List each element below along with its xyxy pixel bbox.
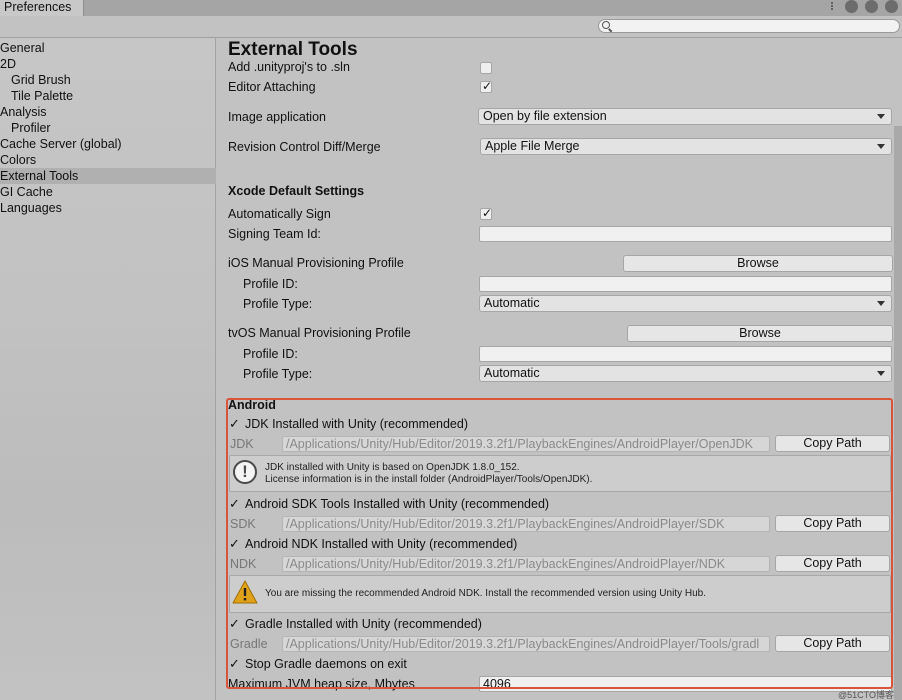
ios-profile-id-input[interactable] [479, 276, 892, 292]
sidebar-item-cache-server[interactable]: Cache Server (global) [0, 136, 216, 152]
sidebar-item-grid-brush[interactable]: Grid Brush [0, 72, 216, 88]
tvos-profile-type-dropdown[interactable]: Automatic [479, 365, 892, 382]
sidebar-item-2d[interactable]: 2D [0, 56, 216, 72]
window-button-minimize[interactable] [845, 0, 858, 13]
ios-profile-type-dropdown[interactable]: Automatic [479, 295, 892, 312]
editor-attaching-label: Editor Attaching [228, 80, 316, 94]
tvos-browse-button[interactable]: Browse [627, 325, 893, 342]
checkmark-icon: ✓ [482, 206, 493, 220]
sidebar-item-general[interactable]: General [0, 40, 216, 56]
tvos-profile-id-input[interactable] [479, 346, 892, 362]
chevron-down-icon [877, 144, 885, 149]
revision-control-label: Revision Control Diff/Merge [228, 140, 381, 154]
signing-team-label: Signing Team Id: [228, 227, 321, 241]
window-button-maximize[interactable] [865, 0, 878, 13]
chevron-down-icon [877, 371, 885, 376]
revision-control-value: Apple File Merge [485, 139, 580, 153]
page-title: External Tools [228, 39, 358, 60]
android-highlight-frame [226, 398, 893, 689]
sidebar-item-languages[interactable]: Languages [0, 200, 216, 216]
automatically-sign-checkbox[interactable]: ✓ [480, 206, 493, 220]
tvos-profile-type-label: Profile Type: [243, 367, 313, 381]
image-application-dropdown[interactable]: Open by file extension [478, 108, 892, 125]
search-icon [602, 21, 610, 29]
watermark: @51CTO博客 [838, 690, 894, 700]
sidebar-item-gi-cache[interactable]: GI Cache [0, 184, 216, 200]
checkmark-icon: ✓ [482, 79, 493, 93]
ios-profile-type-value: Automatic [484, 296, 540, 310]
chevron-down-icon [877, 301, 885, 306]
sidebar-item-profiler[interactable]: Profiler [0, 120, 216, 136]
ios-profile-type-label: Profile Type: [243, 297, 313, 311]
tvos-profile-label: tvOS Manual Provisioning Profile [228, 326, 411, 340]
tvos-profile-id-label: Profile ID: [243, 347, 298, 361]
revision-control-dropdown[interactable]: Apple File Merge [480, 138, 892, 155]
sidebar-item-analysis[interactable]: Analysis [0, 104, 216, 120]
sidebar-item-colors[interactable]: Colors [0, 152, 216, 168]
more-options-icon[interactable] [829, 1, 835, 13]
window-button-close[interactable] [885, 0, 898, 13]
title-bar [0, 0, 902, 16]
tvos-profile-type-value: Automatic [484, 366, 540, 380]
xcode-heading: Xcode Default Settings [228, 184, 365, 198]
sidebar-item-tile-palette[interactable]: Tile Palette [0, 88, 216, 104]
signing-team-input[interactable] [479, 226, 892, 242]
vertical-scrollbar[interactable] [894, 126, 902, 700]
add-unityproj-label: Add .unityproj's to .sln [228, 60, 350, 74]
ios-profile-id-label: Profile ID: [243, 277, 298, 291]
chevron-down-icon [877, 114, 885, 119]
ios-profile-label: iOS Manual Provisioning Profile [228, 256, 404, 270]
preferences-tab[interactable]: Preferences [0, 0, 84, 17]
ios-browse-button[interactable]: Browse [623, 255, 893, 272]
search-input[interactable] [598, 19, 900, 33]
automatically-sign-label: Automatically Sign [228, 207, 331, 221]
sidebar-item-external-tools[interactable]: External Tools [0, 168, 216, 184]
editor-attaching-checkbox[interactable]: ✓ [480, 79, 493, 93]
add-unityproj-checkbox[interactable] [480, 62, 492, 74]
image-application-label: Image application [228, 110, 326, 124]
image-application-value: Open by file extension [483, 109, 607, 123]
